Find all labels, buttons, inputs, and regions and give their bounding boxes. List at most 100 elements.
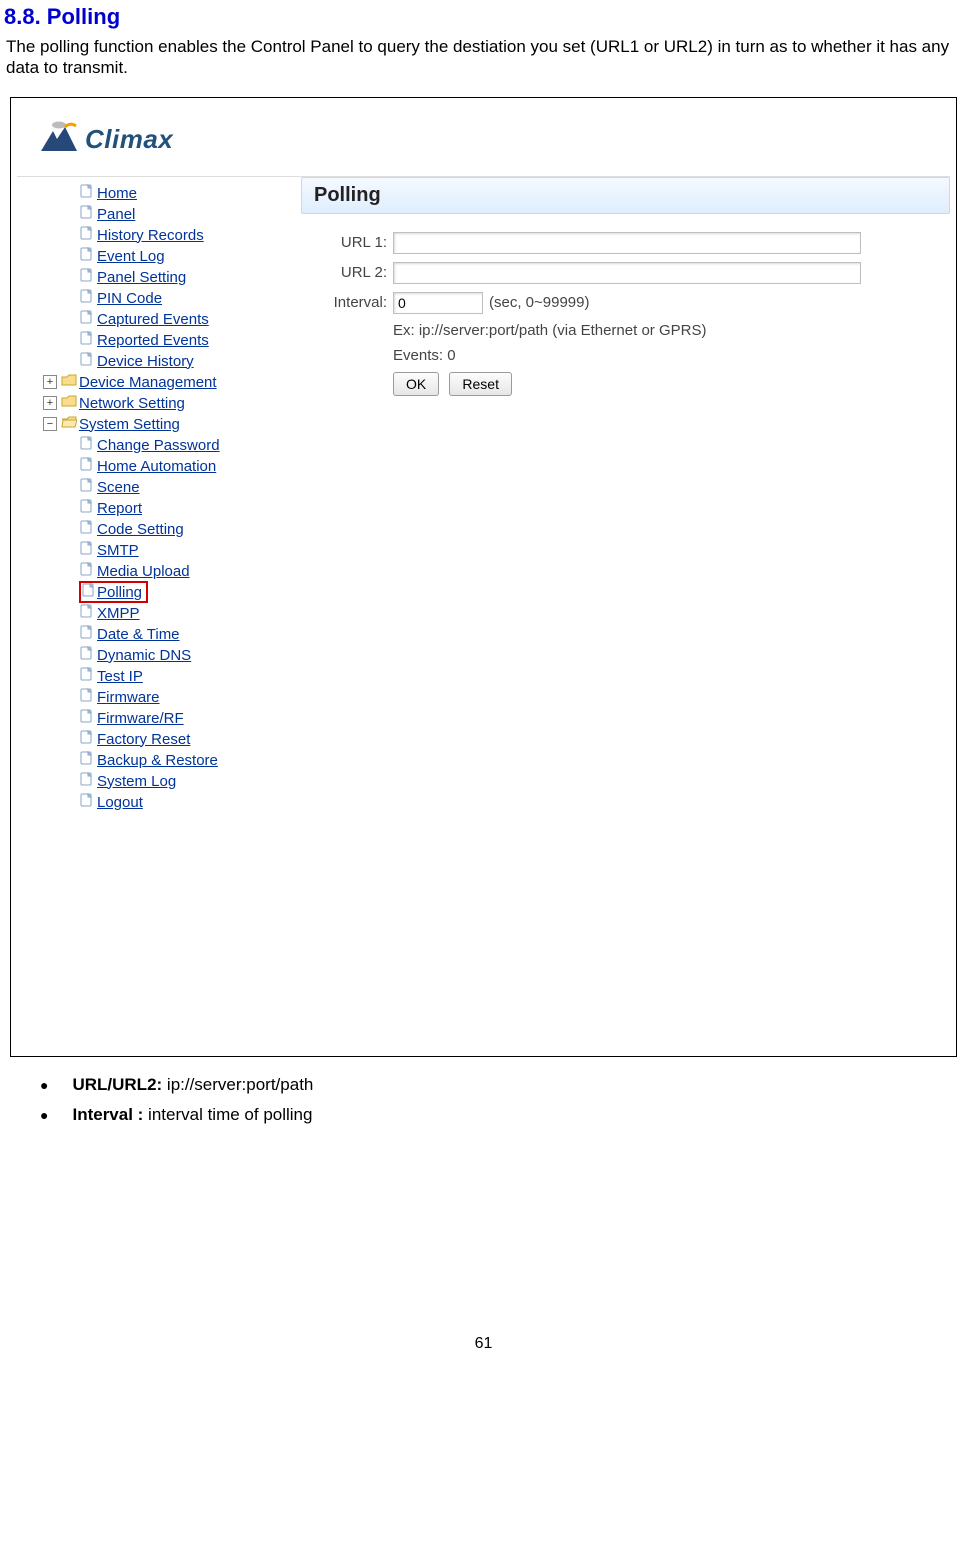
main-pane: Polling URL 1: URL 2: Interval: (sec, 0~…: [285, 177, 950, 1050]
note-item: ● URL/URL2: ip://server:port/path: [40, 1075, 967, 1095]
url1-input[interactable]: [393, 232, 861, 254]
tree-folder[interactable]: + Device Management: [21, 372, 281, 393]
app-shell: Climax Home Panel History Records Event Log…: [17, 104, 950, 1050]
url2-input[interactable]: [393, 262, 861, 284]
page-number: 61: [0, 1335, 967, 1353]
tree-item-label[interactable]: Factory Reset: [97, 731, 190, 748]
tree-expander-icon[interactable]: +: [43, 375, 57, 389]
page-icon: [79, 457, 95, 475]
tree-item[interactable]: Test IP: [21, 666, 281, 687]
tree-item[interactable]: Device History: [21, 351, 281, 372]
section-heading: 8.8. Polling: [0, 4, 967, 30]
tree-item[interactable]: Factory Reset: [21, 729, 281, 750]
logo: Climax: [37, 121, 173, 159]
tree-item[interactable]: Polling: [21, 582, 281, 603]
tree-item-label[interactable]: Media Upload: [97, 563, 190, 580]
tree-item-label[interactable]: PIN Code: [97, 290, 162, 307]
tree-item[interactable]: Captured Events: [21, 309, 281, 330]
url1-label: URL 1:: [301, 234, 393, 251]
tree-item-label[interactable]: Firmware: [97, 689, 160, 706]
page-icon: [79, 436, 95, 454]
tree-item[interactable]: Report: [21, 498, 281, 519]
page-icon: [79, 793, 95, 811]
tree-item[interactable]: Panel Setting: [21, 267, 281, 288]
tree-item[interactable]: Home: [21, 183, 281, 204]
tree-item-label[interactable]: Panel: [97, 206, 135, 223]
tree-item-label[interactable]: Device Management: [79, 374, 217, 391]
note-item: ● Interval : interval time of polling: [40, 1105, 967, 1125]
tree-item-label[interactable]: Home Automation: [97, 458, 216, 475]
tree-folder[interactable]: + Network Setting: [21, 393, 281, 414]
brand-icon: [37, 121, 79, 159]
panel-title: Polling: [301, 177, 950, 214]
tree-item-label[interactable]: Logout: [97, 794, 143, 811]
tree-item-label[interactable]: Change Password: [97, 437, 220, 454]
tree-item[interactable]: History Records: [21, 225, 281, 246]
tree-item[interactable]: Event Log: [21, 246, 281, 267]
tree-item-label[interactable]: Firmware/RF: [97, 710, 184, 727]
tree-item[interactable]: Reported Events: [21, 330, 281, 351]
events-count: Events: 0: [393, 347, 861, 364]
tree-folder-open[interactable]: − System Setting: [21, 414, 281, 435]
tree-item-label[interactable]: Reported Events: [97, 332, 209, 349]
tree-item-label[interactable]: Network Setting: [79, 395, 185, 412]
tree-item[interactable]: Panel: [21, 204, 281, 225]
tree-item[interactable]: Change Password: [21, 435, 281, 456]
tree-item-logout[interactable]: Logout: [21, 792, 281, 813]
logo-text: Climax: [85, 124, 173, 155]
url-hint: Ex: ip://server:port/path (via Ethernet …: [393, 322, 861, 339]
tree-item-label[interactable]: XMPP: [97, 605, 140, 622]
tree-expander-icon[interactable]: +: [43, 396, 57, 410]
tree-item-label[interactable]: Dynamic DNS: [97, 647, 191, 664]
ok-button[interactable]: OK: [393, 372, 439, 396]
tree-item[interactable]: Media Upload: [21, 561, 281, 582]
page-icon: [79, 625, 95, 643]
tree-item-label[interactable]: Device History: [97, 353, 194, 370]
tree-item[interactable]: System Log: [21, 771, 281, 792]
tree-item-label[interactable]: System Log: [97, 773, 176, 790]
page-icon: [79, 751, 95, 769]
page-icon: [79, 268, 95, 286]
tree-item-label[interactable]: SMTP: [97, 542, 139, 559]
tree-item-label[interactable]: System Setting: [79, 416, 180, 433]
page-icon: [79, 352, 95, 370]
tree-item-label[interactable]: Home: [97, 185, 137, 202]
notes-list: ● URL/URL2: ip://server:port/path ● Inte…: [40, 1075, 967, 1125]
tree-item[interactable]: Code Setting: [21, 519, 281, 540]
tree-item[interactable]: Home Automation: [21, 456, 281, 477]
interval-input[interactable]: [393, 292, 483, 314]
folder-icon: [61, 394, 77, 412]
page-icon: [79, 562, 95, 580]
tree-item[interactable]: Firmware/RF: [21, 708, 281, 729]
tree-item[interactable]: PIN Code: [21, 288, 281, 309]
tree-item-label[interactable]: Code Setting: [97, 521, 184, 538]
screenshot-container: Climax Home Panel History Records Event Log…: [10, 97, 957, 1057]
url2-label: URL 2:: [301, 264, 393, 281]
folder-icon: [61, 415, 77, 433]
page-icon: [79, 667, 95, 685]
page-icon: [79, 310, 95, 328]
page-icon: [79, 772, 95, 790]
tree-item[interactable]: Dynamic DNS: [21, 645, 281, 666]
tree-item[interactable]: XMPP: [21, 603, 281, 624]
tree-item-label[interactable]: Polling: [97, 584, 142, 601]
tree-item-label[interactable]: Test IP: [97, 668, 143, 685]
tree-item-label[interactable]: Captured Events: [97, 311, 209, 328]
tree-item-label[interactable]: History Records: [97, 227, 204, 244]
tree-item-label[interactable]: Report: [97, 500, 142, 517]
tree-item-label[interactable]: Panel Setting: [97, 269, 186, 286]
reset-button[interactable]: Reset: [449, 372, 512, 396]
tree-expander-icon[interactable]: −: [43, 417, 57, 431]
tree-item[interactable]: Date & Time: [21, 624, 281, 645]
tree-item[interactable]: Firmware: [21, 687, 281, 708]
page-icon: [79, 331, 95, 349]
tree-item[interactable]: Backup & Restore: [21, 750, 281, 771]
tree-item-label[interactable]: Event Log: [97, 248, 165, 265]
polling-form: URL 1: URL 2: Interval: (sec, 0~99999) E…: [301, 232, 861, 396]
folder-icon: [61, 373, 77, 391]
tree-item-label[interactable]: Backup & Restore: [97, 752, 218, 769]
tree-item-label[interactable]: Date & Time: [97, 626, 180, 643]
tree-item-label[interactable]: Scene: [97, 479, 140, 496]
tree-item[interactable]: SMTP: [21, 540, 281, 561]
tree-item[interactable]: Scene: [21, 477, 281, 498]
